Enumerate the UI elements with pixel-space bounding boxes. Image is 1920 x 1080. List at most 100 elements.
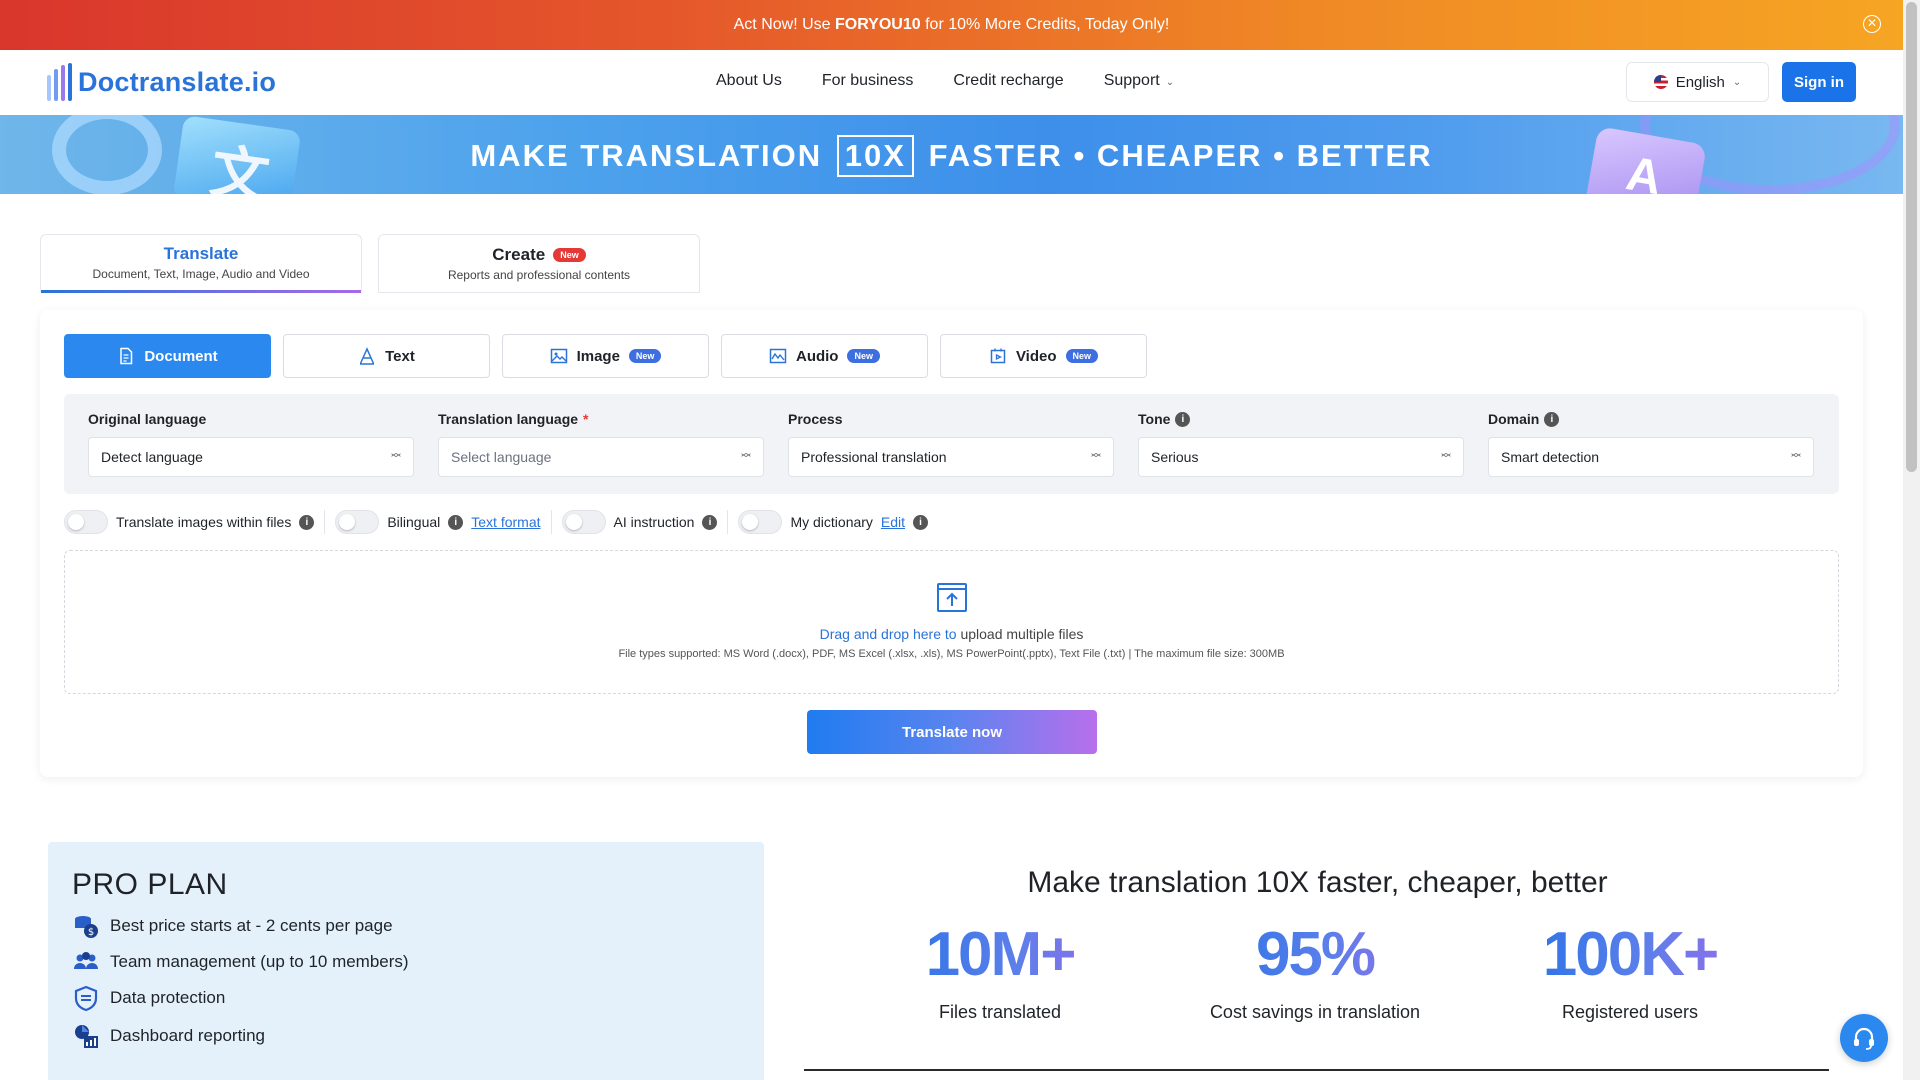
chevron-up-down-icon: ︿ ﹀: [391, 448, 401, 465]
domain-select[interactable]: Smart detection ︿ ﹀: [1488, 437, 1814, 477]
type-tab-label: Video: [1015, 347, 1057, 365]
my-dictionary-label: My dictionary: [790, 514, 873, 530]
banner-text-boxed: 10X: [836, 135, 914, 177]
chat-support-button[interactable]: [1840, 1014, 1888, 1062]
stats-heading: Make translation 10X faster, cheaper, be…: [1027, 866, 1608, 899]
stat-label: Cost savings in translation: [1209, 1002, 1421, 1022]
info-icon[interactable]: i: [1544, 411, 1560, 427]
original-language-select[interactable]: Detect language ︿ ﹀: [88, 437, 414, 477]
bilingual-toggle[interactable]: [335, 510, 380, 534]
chevron-up-down-icon: ︿ ﹀: [741, 448, 751, 465]
option-bilingual: Bilingual i Text format: [335, 510, 552, 534]
type-tab-video[interactable]: Video New: [940, 334, 1147, 378]
chevron-down-icon: ⌄: [1165, 77, 1175, 88]
stat-registered-users: 100K+ Registered users: [1480, 920, 1780, 1023]
pro-plan-item-text: Best price starts at - 2 cents per page: [110, 916, 393, 935]
dictionary-edit-link[interactable]: Edit: [881, 514, 905, 530]
tab-translate-title: Translate: [163, 244, 239, 263]
ai-instruction-label: AI instruction: [613, 514, 695, 530]
nav-for-business[interactable]: For business: [822, 72, 914, 90]
translation-settings: Original language Detect language ︿ ﹀ Tra…: [64, 394, 1839, 494]
translate-now-button[interactable]: Translate now: [807, 710, 1097, 754]
info-icon[interactable]: i: [1175, 411, 1191, 427]
info-icon[interactable]: i: [448, 514, 464, 530]
promo-banner: 文 A MAKE TRANSLATION 10X FASTER • CHEAPE…: [0, 115, 1903, 194]
banner-text-before: MAKE TRANSLATION: [470, 138, 823, 173]
tab-translate[interactable]: Translate Document, Text, Image, Audio a…: [40, 234, 362, 293]
stat-label: Files translated: [938, 1002, 1062, 1022]
nav-credit-recharge[interactable]: Credit recharge: [953, 72, 1063, 90]
logo-icon: [47, 63, 72, 101]
text-format-link[interactable]: Text format: [471, 514, 540, 530]
logo-text: Doctranslate.io: [78, 66, 277, 97]
translation-language-select[interactable]: Select language ︿ ﹀: [438, 437, 764, 477]
my-dictionary-toggle[interactable]: [738, 510, 783, 534]
stat-value: 10M+: [850, 920, 1150, 990]
translate-images-toggle[interactable]: [64, 510, 108, 534]
type-tab-audio[interactable]: Audio New: [721, 334, 928, 378]
translate-images-label: Translate images within files: [116, 514, 292, 530]
banner-headline: MAKE TRANSLATION 10X FASTER • CHEAPER • …: [0, 135, 1903, 177]
dropzone-text: upload multiple files: [956, 626, 1084, 642]
domain-field: Domain i Smart detection ︿ ﹀: [1488, 410, 1814, 477]
type-tab-text[interactable]: Text: [283, 334, 490, 378]
close-icon[interactable]: ✕: [1863, 15, 1881, 33]
section-divider: [804, 1069, 1829, 1071]
promo-prefix: Act Now! Use: [733, 16, 831, 33]
ai-instruction-toggle[interactable]: [561, 510, 606, 534]
site-header: Doctranslate.io About Us For business Cr…: [0, 50, 1903, 115]
info-icon[interactable]: i: [913, 514, 929, 530]
chevron-down-icon: ⌄: [1732, 76, 1742, 88]
document-icon: [120, 347, 133, 365]
chevron-up-down-icon: ︿ ﹀: [1441, 448, 1451, 465]
type-tab-label: Text: [385, 347, 415, 365]
info-icon[interactable]: i: [702, 514, 718, 530]
type-tab-label: Image: [576, 347, 620, 365]
main-nav: About Us For business Credit recharge Su…: [716, 72, 1174, 90]
type-tab-image[interactable]: Image New: [502, 334, 709, 378]
original-language-label: Original language: [88, 411, 207, 427]
promo-bar: Act Now! Use FORYOU10 for 10% More Credi…: [0, 0, 1903, 50]
domain-value: Smart detection: [1501, 449, 1600, 465]
stat-value: 95%: [1165, 920, 1465, 990]
text-icon: [359, 347, 375, 365]
translate-card: Document Text Image New Audio New Video …: [40, 310, 1863, 777]
process-label: Process: [788, 411, 843, 427]
headset-icon: [1854, 1027, 1874, 1050]
nav-support[interactable]: Support ⌄: [1104, 72, 1174, 90]
new-badge: New: [553, 248, 586, 262]
nav-support-label: Support: [1103, 72, 1160, 89]
new-badge: New: [1065, 349, 1099, 363]
nav-about-us[interactable]: About Us: [716, 72, 782, 90]
type-tab-document[interactable]: Document: [64, 334, 271, 378]
tab-create[interactable]: Create New Reports and professional conte…: [378, 234, 700, 293]
language-label: English: [1675, 73, 1725, 91]
required-mark: *: [583, 411, 589, 427]
new-badge: New: [628, 349, 662, 363]
scrollbar-thumb[interactable]: [1906, 2, 1917, 472]
domain-label: Domain: [1488, 411, 1540, 427]
option-ai-instruction: AI instruction i: [561, 510, 729, 534]
sign-in-button[interactable]: Sign in: [1782, 62, 1856, 102]
language-selector[interactable]: English ⌄: [1626, 62, 1769, 102]
info-icon[interactable]: i: [299, 514, 315, 530]
dropzone-link[interactable]: Drag and drop here to: [820, 626, 957, 642]
new-badge: New: [847, 349, 880, 363]
tab-create-subtitle: Reports and professional contents: [447, 268, 631, 282]
pro-plan-title: PRO PLAN: [72, 868, 228, 901]
option-my-dictionary: My dictionary Edit i: [738, 510, 938, 534]
process-value: Professional translation: [801, 449, 947, 465]
translation-language-field: Translation language * Select language ︿ ﹀: [438, 410, 764, 477]
option-translate-images: Translate images within files i: [64, 510, 326, 534]
pro-plan-item: $ Best price starts at - 2 cents per pag…: [72, 912, 393, 940]
pro-plan-panel: PRO PLAN $ Best price starts at - 2 cent…: [48, 842, 764, 1080]
file-dropzone[interactable]: Drag and drop here to upload multiple fi…: [64, 550, 1839, 694]
process-field: Process Professional translation ︿ ﹀: [788, 410, 1114, 477]
pro-plan-item: Dashboard reporting: [72, 1022, 265, 1050]
pro-plan-item-text: Dashboard reporting: [110, 1026, 265, 1045]
logo[interactable]: Doctranslate.io: [47, 63, 276, 101]
type-tabs: Document Text Image New Audio New Video …: [64, 334, 1147, 378]
promo-suffix: for 10% More Credits, Today Only!: [925, 16, 1170, 33]
tone-select[interactable]: Serious ︿ ﹀: [1138, 437, 1464, 477]
process-select[interactable]: Professional translation ︿ ﹀: [788, 437, 1114, 477]
